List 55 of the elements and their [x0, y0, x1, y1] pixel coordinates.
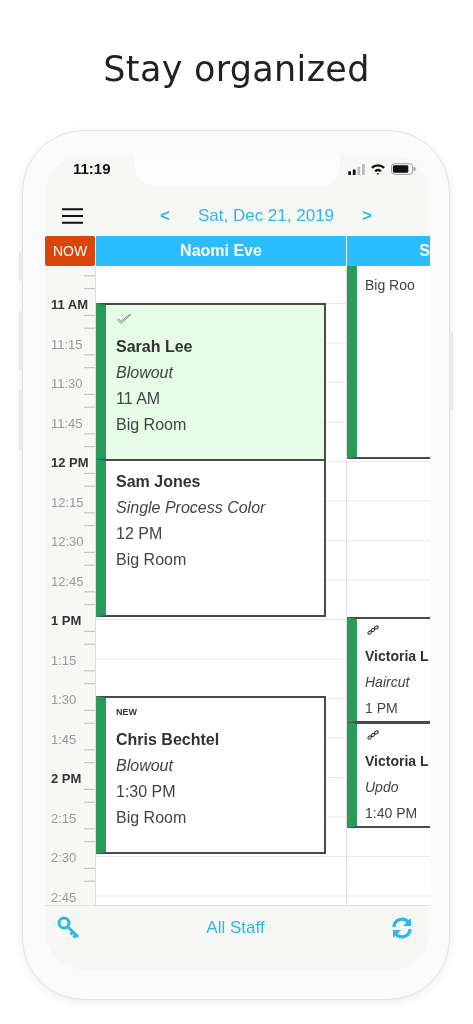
room-name: Big Room — [116, 808, 187, 828]
staff-header: S — [347, 236, 430, 266]
client-name: Victoria L — [365, 647, 429, 666]
refresh-icon — [390, 916, 414, 940]
appointment-card[interactable]: Big Roo — [347, 266, 430, 459]
appointment-card[interactable]: Victoria L Updo 1:40 PM — [347, 722, 430, 828]
appointment-time: 1 PM — [365, 699, 398, 718]
time-label: 1:15 — [51, 652, 77, 669]
time-label: 12:30 — [51, 534, 84, 550]
time-label: 11:15 — [51, 336, 83, 353]
appointment-card[interactable]: NEW Chris Bechtel Blowout 1:30 PM Big Room — [96, 696, 326, 854]
new-label: NEW — [116, 706, 137, 718]
room-name: Big Room — [116, 415, 187, 435]
appointment-time: 1:40 PM — [365, 804, 418, 823]
appointment-time: 12 PM — [116, 524, 163, 544]
time-label: 11:30 — [51, 376, 83, 392]
appointment-card[interactable]: Sam Jones Single Process Color 12 PM Big Room — [96, 459, 326, 617]
wifi-icon — [370, 163, 386, 175]
client-name: Sarah Lee — [116, 337, 193, 357]
service-name: Blowout — [116, 363, 173, 383]
time-label: 1:45 — [51, 731, 77, 748]
now-button[interactable]: NOW — [45, 236, 95, 266]
appointment-card[interactable]: Victoria L Haircut 1 PM — [347, 617, 430, 723]
time-label: 2:45 — [51, 889, 77, 905]
signal-icon — [348, 163, 365, 175]
client-name: Chris Bechtel — [116, 730, 220, 750]
battery-icon — [391, 163, 416, 175]
service-name: Updo — [365, 778, 399, 797]
appointment-time: 11 AM — [116, 389, 161, 409]
time-label: 2:30 — [51, 850, 77, 866]
staff-header: Naomi Eve — [96, 236, 346, 266]
service-name: Blowout — [116, 756, 173, 776]
room-name: Big Room — [116, 550, 187, 570]
client-name: Sam Jones — [116, 472, 201, 492]
time-label: 2:15 — [51, 810, 77, 827]
time-label: 1 PM — [51, 613, 82, 629]
time-label: 12:15 — [51, 494, 84, 511]
refresh-button[interactable] — [390, 916, 414, 940]
service-name: Haircut — [365, 673, 410, 692]
time-label: 11 AM — [51, 297, 89, 313]
time-label: 1:30 — [51, 692, 77, 708]
time-label: 11:45 — [51, 415, 83, 432]
time-label: 12 PM — [51, 455, 89, 471]
room-name: Big Roo — [365, 276, 415, 295]
service-name: Single Process Color — [116, 498, 266, 518]
key-icon — [57, 916, 81, 940]
menu-icon — [62, 207, 83, 224]
key-button[interactable] — [57, 916, 81, 940]
time-label: 12:45 — [51, 573, 84, 590]
appointment-time: 1:30 PM — [116, 782, 176, 802]
appointment-card[interactable]: Sarah Lee Blowout 11 AM Big Room — [96, 303, 326, 461]
page-heading: Stay organized — [102, 48, 371, 91]
status-time: 11:19 — [72, 159, 112, 177]
time-label: 2 PM — [51, 771, 82, 787]
client-name: Victoria L — [365, 752, 429, 771]
